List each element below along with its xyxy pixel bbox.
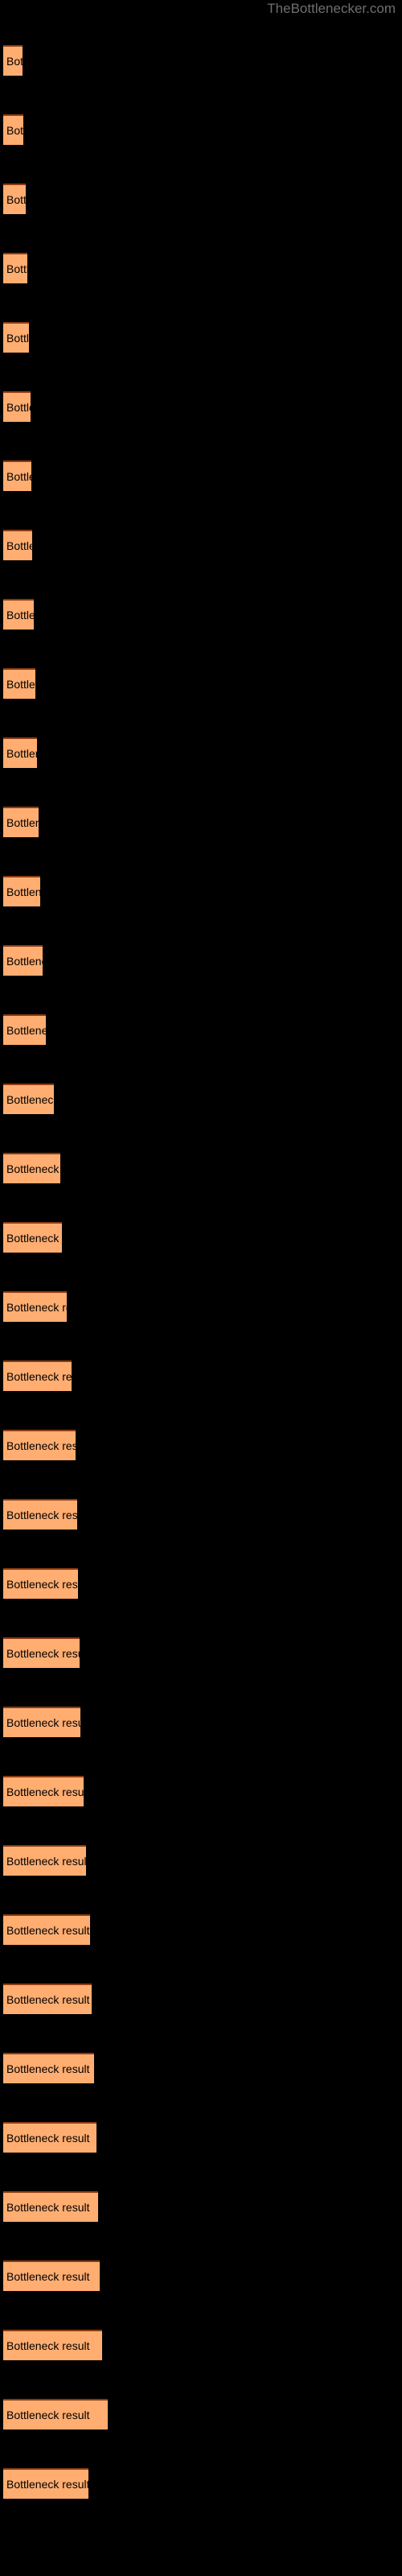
bar-item[interactable]: Bottleneck result [3, 45, 23, 76]
bar-label: Bottleneck result [6, 2132, 90, 2145]
bar-label: Bottleneck result [6, 2478, 88, 2491]
bar-item[interactable]: Bottleneck result [3, 1014, 46, 1045]
bar-item[interactable]: Bottleneck result [3, 599, 34, 630]
bar-label: Bottleneck result [6, 1093, 54, 1106]
bar-item[interactable]: Bottleneck result [3, 2053, 94, 2083]
bar-item[interactable]: Bottleneck result [3, 1291, 67, 1322]
bar-item[interactable]: Bottleneck result [3, 1568, 78, 1599]
bar-item[interactable]: Bottleneck result [3, 391, 31, 422]
bar-label: Bottleneck result [6, 193, 26, 206]
bar-label: Bottleneck result [6, 1162, 60, 1175]
bar-item[interactable]: Bottleneck result [3, 668, 35, 699]
bar-item[interactable]: Bottleneck result [3, 2468, 88, 2499]
bar-item[interactable]: Bottleneck result [3, 1499, 77, 1530]
bar-label: Bottleneck result [6, 539, 32, 552]
bar-item[interactable]: Bottleneck result [3, 807, 39, 837]
bar-item[interactable]: Bottleneck result [3, 2191, 98, 2222]
bar-item[interactable]: Bottleneck result [3, 1845, 86, 1876]
bar-label: Bottleneck result [6, 1993, 90, 2006]
bar-item[interactable]: Bottleneck result [3, 2122, 96, 2153]
bar-item[interactable]: Bottleneck result [3, 1637, 80, 1668]
bar-item[interactable]: Bottleneck result [3, 530, 32, 560]
bar-label: Bottleneck result [6, 2062, 90, 2075]
bar-item[interactable]: Bottleneck result [3, 1914, 90, 1945]
bar-label: Bottleneck result [6, 1716, 80, 1729]
bar-label: Bottleneck result [6, 2201, 90, 2214]
bar-label: Bottleneck result [6, 1232, 62, 1245]
bar-label: Bottleneck result [6, 470, 31, 483]
bar-label: Bottleneck result [6, 1785, 84, 1798]
bar-item[interactable]: Bottleneck result [3, 1222, 62, 1253]
bar-item[interactable]: Bottleneck result [3, 1776, 84, 1806]
bar-series: Bottleneck result Bottleneck result Bottle… [0, 0, 402, 2576]
bar-label: Bottleneck result [6, 747, 37, 760]
bar-item[interactable]: Bottleneck result [3, 460, 31, 491]
bar-label: Bottleneck result [6, 2409, 90, 2421]
bar-item[interactable]: Bottleneck result [3, 1984, 92, 2014]
bar-item[interactable]: Bottleneck result [3, 876, 40, 906]
bar-item[interactable]: Bottleneck result [3, 1707, 80, 1737]
bar-label: Bottleneck result [6, 1024, 46, 1037]
bar-item[interactable]: Bottleneck result [3, 2330, 102, 2360]
bar-item[interactable]: Bottleneck result [3, 322, 29, 353]
bar-item[interactable]: Bottleneck result [3, 1430, 76, 1460]
bar-label: Bottleneck result [6, 1509, 77, 1521]
bar-item[interactable]: Bottleneck result [3, 1084, 54, 1114]
bottleneck-bar-chart: TheBottlenecker.com Bottleneck resultBot… [0, 0, 402, 2576]
bar-label: Bottleneck result [6, 609, 34, 621]
bar-item[interactable]: Bottleneck result [3, 2399, 108, 2429]
bar-label: Bottleneck result [6, 332, 29, 345]
bar-label: Bottleneck result [6, 816, 39, 829]
bar-label: Bottleneck result [6, 2270, 90, 2283]
bar-item[interactable]: Bottleneck result [3, 2260, 100, 2291]
bar-label: Bottleneck result [6, 886, 40, 898]
bar-label: Bottleneck result [6, 262, 27, 275]
bar-item[interactable]: Bottleneck result [3, 737, 37, 768]
bar-item[interactable]: Bottleneck result [3, 1153, 60, 1183]
bar-label: Bottleneck result [6, 124, 23, 137]
bar-item[interactable]: Bottleneck result [3, 114, 23, 145]
bar-label: Bottleneck result [6, 678, 35, 691]
bar-label: Bottleneck result [6, 1439, 76, 1452]
bar-label: Bottleneck result [6, 1924, 90, 1937]
bar-label: Bottleneck result [6, 1855, 86, 1868]
bar-label: Bottleneck result [6, 55, 23, 68]
bar-item[interactable]: Bottleneck result [3, 184, 26, 214]
bar-item[interactable]: Bottleneck result [3, 945, 43, 976]
bar-label: Bottleneck result [6, 401, 31, 414]
bar-label: Bottleneck result [6, 1301, 67, 1314]
bar-label: Bottleneck result [6, 1578, 78, 1591]
bar-item[interactable]: Bottleneck result [3, 1360, 72, 1391]
bar-label: Bottleneck result [6, 2339, 90, 2352]
bar-item[interactable]: Bottleneck result [3, 253, 27, 283]
bar-label: Bottleneck result [6, 1370, 72, 1383]
bar-label: Bottleneck result [6, 955, 43, 968]
bar-label: Bottleneck result [6, 1647, 80, 1660]
